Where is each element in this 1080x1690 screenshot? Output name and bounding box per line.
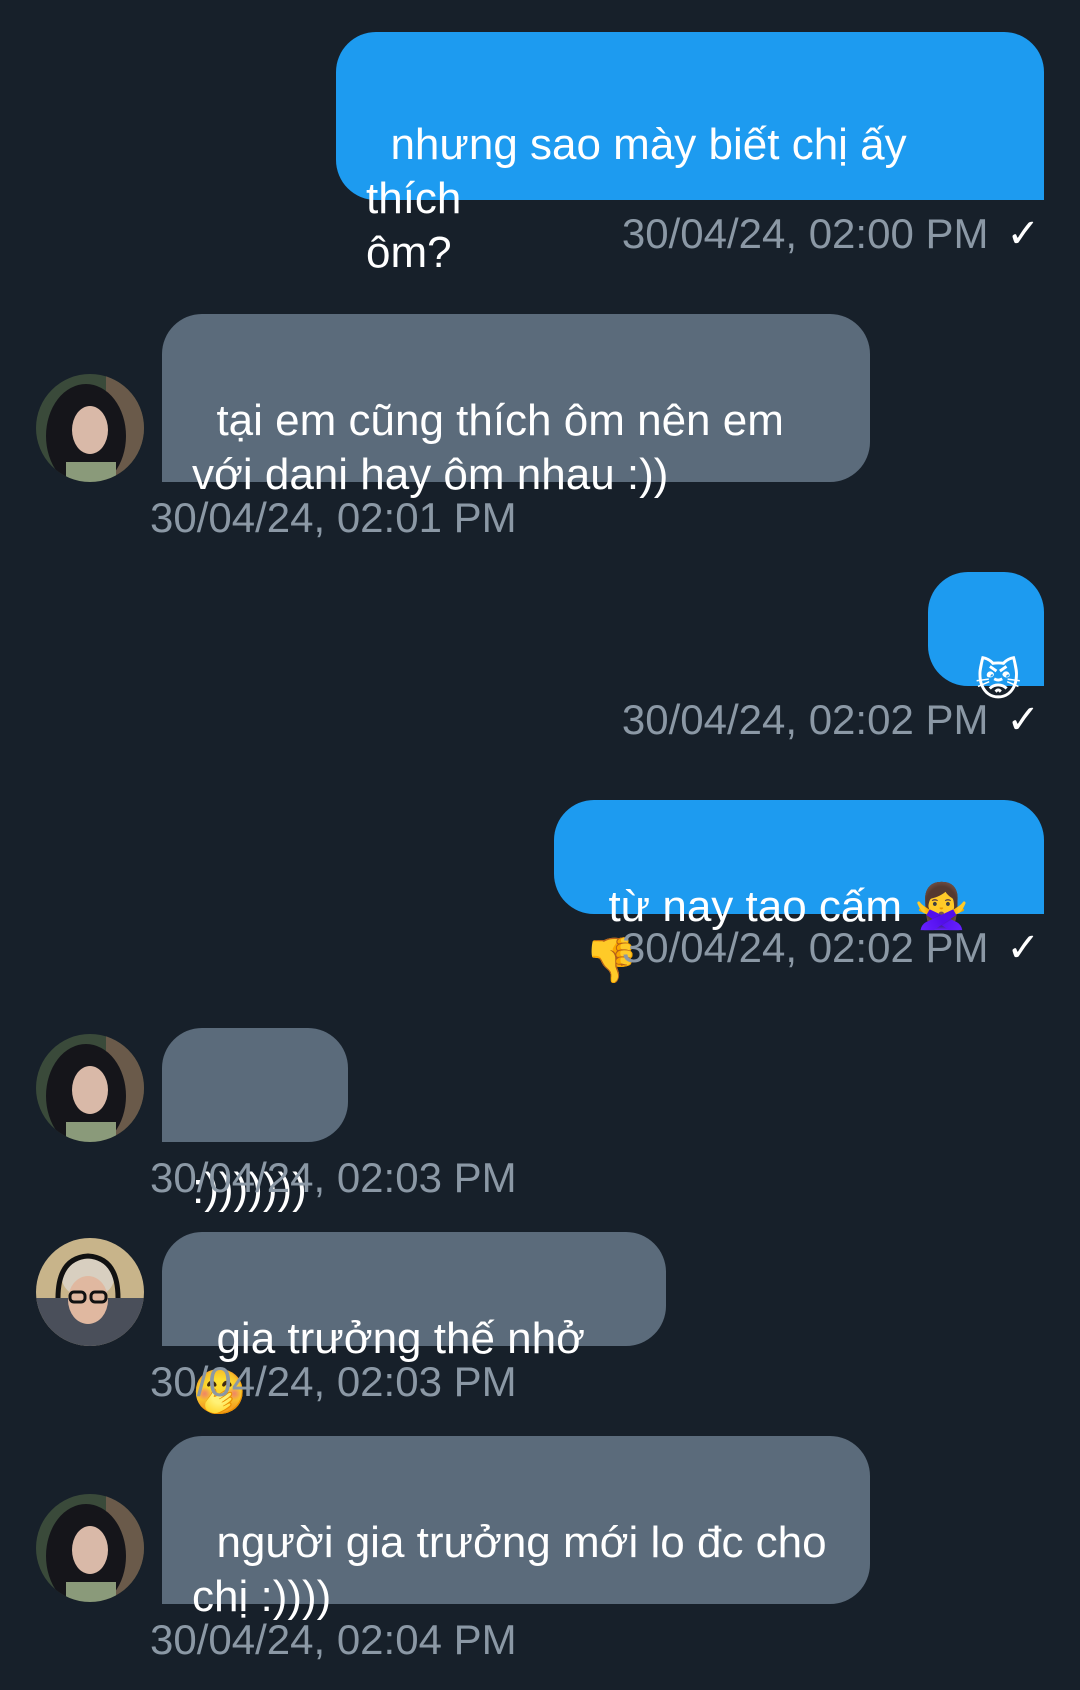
message-timestamp: 30/04/24, 02:02 PM ✓	[622, 696, 1040, 744]
read-check-icon: ✓	[1006, 698, 1040, 742]
avatar[interactable]	[36, 1238, 144, 1346]
avatar-photo-icon	[36, 1238, 144, 1346]
received-message-bubble[interactable]: người gia trưởng mới lo đc cho chị :))))	[162, 1436, 870, 1621]
message-timestamp: 30/04/24, 02:00 PM ✓	[622, 210, 1040, 258]
avatar[interactable]	[36, 374, 144, 482]
received-message-bubble[interactable]: gia trưởng thế nhở 🤭	[162, 1232, 666, 1417]
sent-message-bubble[interactable]: 😾	[928, 572, 1044, 705]
avatar-photo-icon	[36, 1034, 144, 1142]
message-timestamp: 30/04/24, 02:03 PM	[150, 1358, 517, 1405]
avatar-photo-icon	[36, 1494, 144, 1602]
received-message-bubble[interactable]: :)))))))	[162, 1028, 348, 1213]
received-message-bubble[interactable]: tại em cũng thích ôm nên em với dani hay…	[162, 314, 870, 499]
avatar[interactable]	[36, 1494, 144, 1602]
message-timestamp: 30/04/24, 02:03 PM	[150, 1154, 517, 1201]
message-timestamp: 30/04/24, 02:01 PM	[150, 494, 517, 541]
timestamp-text: 30/04/24, 02:02 PM	[621, 924, 989, 971]
message-timestamp: 30/04/24, 02:02 PM ✓	[622, 924, 1040, 972]
message-text: người gia trưởng mới lo đc cho chị :))))	[192, 1518, 827, 1621]
message-timestamp: 30/04/24, 02:04 PM	[150, 1616, 517, 1663]
timestamp-text: 30/04/24, 02:02 PM	[621, 696, 989, 743]
avatar[interactable]	[36, 1034, 144, 1142]
avatar-photo-icon	[36, 374, 144, 482]
read-check-icon: ✓	[1006, 212, 1040, 256]
read-check-icon: ✓	[1006, 926, 1040, 970]
message-text: tại em cũng thích ôm nên em với dani hay…	[192, 396, 784, 499]
sent-message-bubble[interactable]: từ nay tao cấm 🙅‍♀️👎	[554, 800, 1044, 985]
timestamp-text: 30/04/24, 02:00 PM	[621, 210, 989, 257]
sent-message-bubble[interactable]: nhưng sao mày biết chị ấy thích ôm?	[336, 32, 1044, 277]
